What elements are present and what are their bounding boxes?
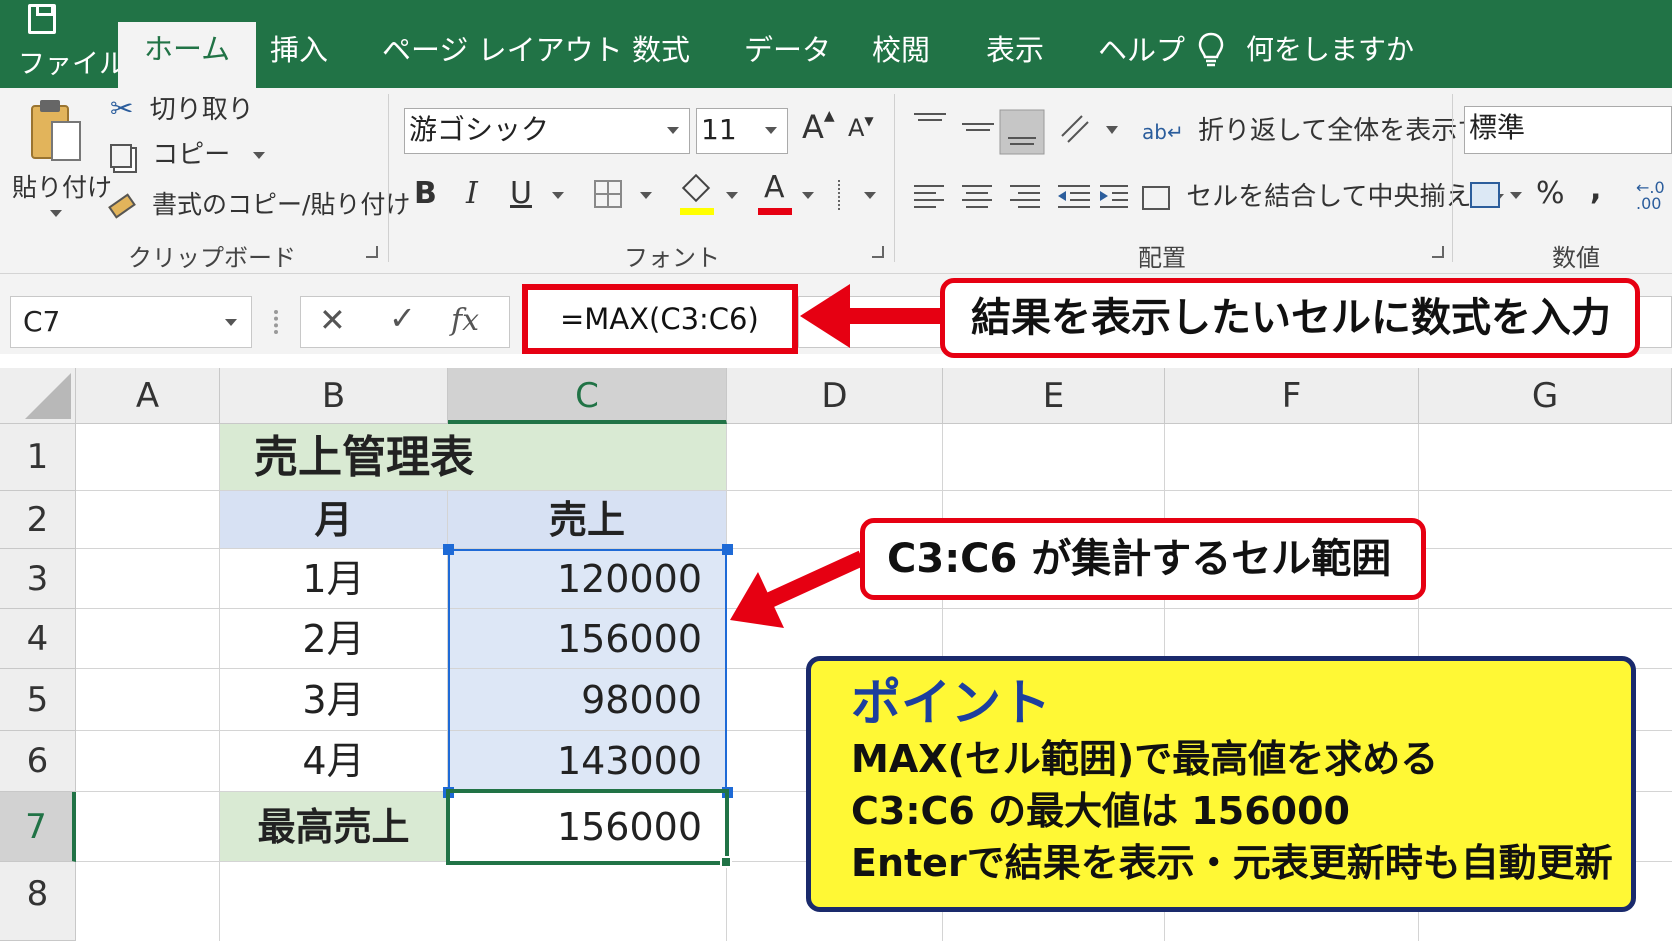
arrow-to-formula-icon: [800, 284, 940, 348]
arrow-to-range-icon: [730, 550, 866, 628]
callout-range: C3:C6 が集計するセル範囲: [860, 518, 1426, 600]
callout-formula: 結果を表示したいセルに数式を入力: [940, 278, 1640, 358]
point-line-1: MAX(セル範囲)で最高値を求める: [851, 737, 1439, 781]
point-title: ポイント: [851, 674, 1051, 732]
point-line-3: Enterで結果を表示・元表更新時も自動更新: [851, 841, 1613, 885]
point-box: ポイント MAX(セル範囲)で最高値を求める C3:C6 の最大値は 15600…: [806, 656, 1636, 912]
point-line-2: C3:C6 の最大値は 156000: [851, 789, 1350, 833]
